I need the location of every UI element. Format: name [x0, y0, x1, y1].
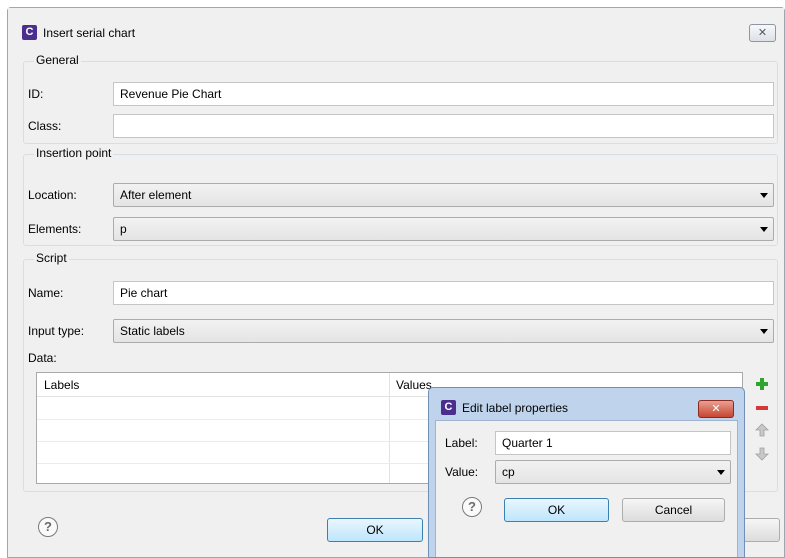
title-bar: C Insert serial chart ✕ — [8, 8, 784, 48]
elements-label: Elements: — [28, 222, 82, 236]
id-field[interactable]: Revenue Pie Chart — [113, 82, 774, 106]
insertion-point-legend: Insertion point — [34, 146, 114, 160]
elements-select[interactable]: p — [113, 217, 774, 241]
column-divider — [389, 373, 390, 483]
class-field[interactable] — [113, 114, 774, 138]
input-type-select[interactable]: Static labels — [113, 319, 774, 343]
move-down-icon[interactable] — [755, 447, 769, 461]
elements-value: p — [120, 222, 127, 236]
chevron-down-icon — [717, 470, 725, 475]
cancel-button[interactable]: Cancel — [622, 498, 725, 522]
class-label: Class: — [28, 119, 62, 133]
app-icon: C — [22, 25, 37, 40]
general-group: General ID: Revenue Pie Chart Class: — [23, 53, 778, 144]
column-header-labels[interactable]: Labels — [44, 378, 79, 392]
id-label: ID: — [28, 87, 44, 101]
value-select[interactable]: cp — [495, 460, 731, 484]
edit-label-properties-dialog: C Edit label properties ✕ Label: Quarter… — [428, 387, 745, 558]
label-label: Label: — [445, 436, 478, 450]
chevron-down-icon — [760, 193, 768, 198]
insertion-point-group: Insertion point Location: After element … — [23, 146, 778, 246]
general-legend: General — [34, 53, 81, 67]
dialog-title: Insert serial chart — [43, 26, 136, 40]
remove-row-icon[interactable] — [755, 401, 769, 415]
input-type-label: Input type: — [28, 324, 85, 338]
label-field[interactable]: Quarter 1 — [495, 431, 731, 455]
name-label: Name: — [28, 286, 64, 300]
column-header-values[interactable]: Values — [396, 378, 432, 392]
value-select-value: cp — [502, 465, 515, 479]
close-button[interactable]: ✕ — [698, 400, 734, 418]
data-label: Data: — [28, 351, 57, 365]
app-icon: C — [441, 400, 456, 415]
move-up-icon[interactable] — [755, 423, 769, 437]
location-value: After element — [120, 188, 192, 202]
chevron-down-icon — [760, 329, 768, 334]
help-icon[interactable]: ? — [462, 497, 482, 517]
location-label: Location: — [28, 188, 77, 202]
ok-button[interactable]: OK — [327, 518, 423, 542]
ok-button[interactable]: OK — [504, 498, 609, 522]
input-type-value: Static labels — [120, 324, 185, 338]
add-row-icon[interactable] — [755, 377, 769, 391]
sub-dialog-title: Edit label properties — [462, 401, 569, 415]
name-field[interactable]: Pie chart — [113, 281, 774, 305]
close-button[interactable]: ✕ — [749, 24, 776, 42]
chevron-down-icon — [760, 227, 768, 232]
help-icon[interactable]: ? — [38, 517, 58, 537]
value-label: Value: — [445, 465, 479, 479]
sub-dialog-body: Label: Quarter 1 Value: cp ? OK Cancel — [435, 420, 738, 557]
cancel-button-partial[interactable] — [740, 518, 780, 542]
location-select[interactable]: After element — [113, 183, 774, 207]
script-legend: Script — [34, 251, 69, 265]
